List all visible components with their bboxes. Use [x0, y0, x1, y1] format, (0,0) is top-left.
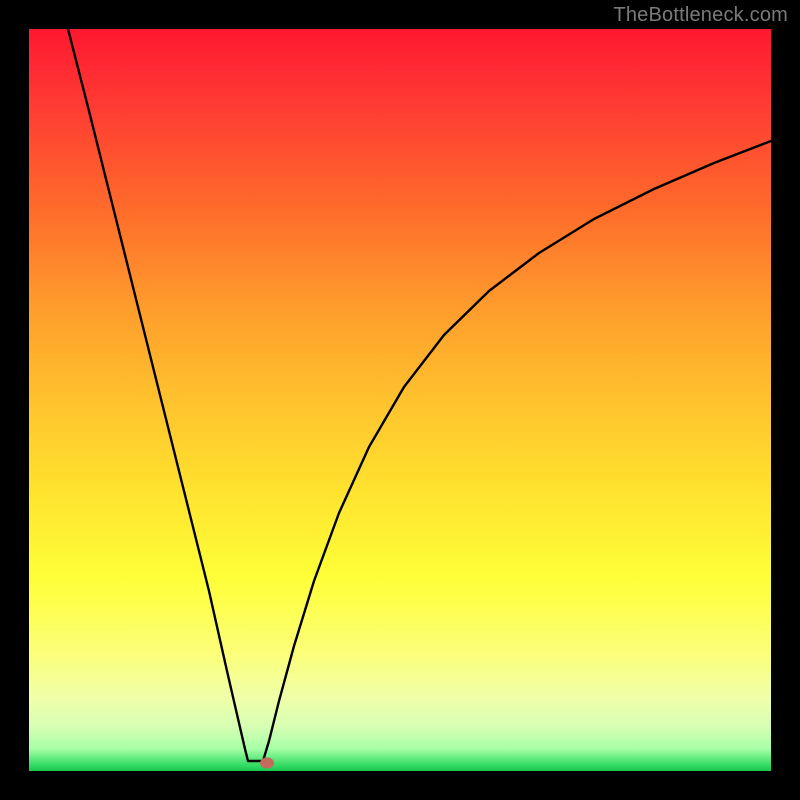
attribution-text: TheBottleneck.com [613, 4, 788, 27]
stage: TheBottleneck.com [0, 0, 800, 800]
curve-path [68, 29, 771, 761]
optimal-marker [260, 758, 274, 769]
bottleneck-curve [29, 29, 771, 771]
plot-area [29, 29, 771, 771]
